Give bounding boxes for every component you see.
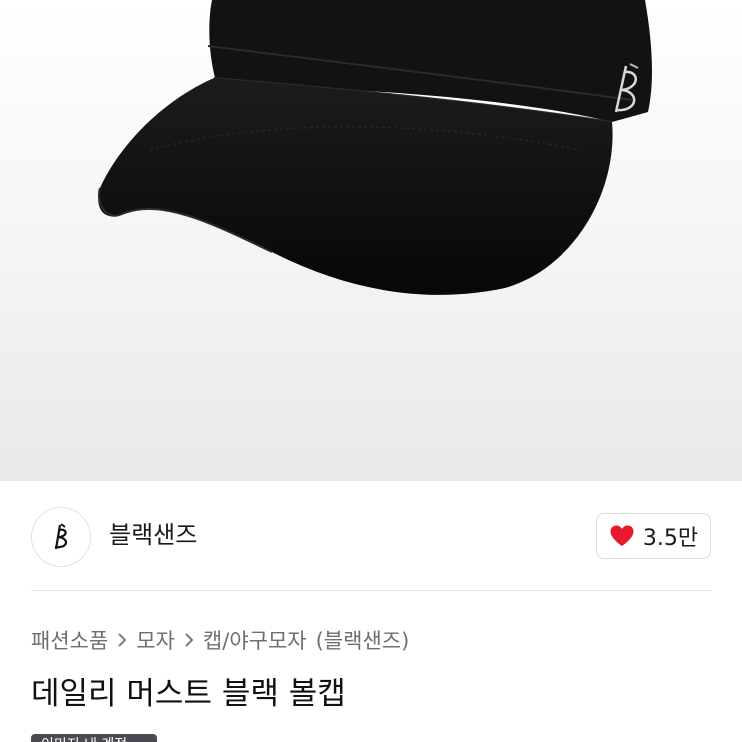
brand-logo[interactable] [31, 507, 91, 567]
chevron-right-icon [184, 632, 194, 648]
breadcrumb-item-fashion-accessories[interactable]: 패션소품 [31, 625, 108, 655]
brand-logo-icon [54, 523, 67, 550]
breadcrumb-item-hats[interactable]: 모자 [136, 625, 175, 655]
breadcrumb-brand-suffix[interactable]: (블랙샌즈) [316, 625, 410, 655]
product-detail-page: 블랙샌즈 3.5만 패션소품 모자 캡/야구모자 (블랙샌즈) 데일리 머스트 … [0, 0, 742, 742]
like-button[interactable]: 3.5만 [596, 513, 711, 559]
product-title: 데일리 머스트 블랙 볼캡 [31, 676, 346, 712]
heart-icon [610, 525, 634, 546]
product-badge: 이미지 내 계정 [31, 734, 157, 742]
brand-row: 블랙샌즈 3.5만 [0, 481, 742, 591]
breadcrumb-item-caps[interactable]: 캡/야구모자 [203, 625, 307, 655]
chevron-right-icon [117, 632, 127, 648]
brand-name[interactable]: 블랙샌즈 [109, 519, 197, 551]
breadcrumb: 패션소품 모자 캡/야구모자 (블랙샌즈) [31, 624, 409, 656]
cap-illustration [98, 0, 652, 295]
like-count: 3.5만 [642, 526, 699, 551]
product-image[interactable] [0, 0, 742, 481]
divider [31, 590, 711, 591]
